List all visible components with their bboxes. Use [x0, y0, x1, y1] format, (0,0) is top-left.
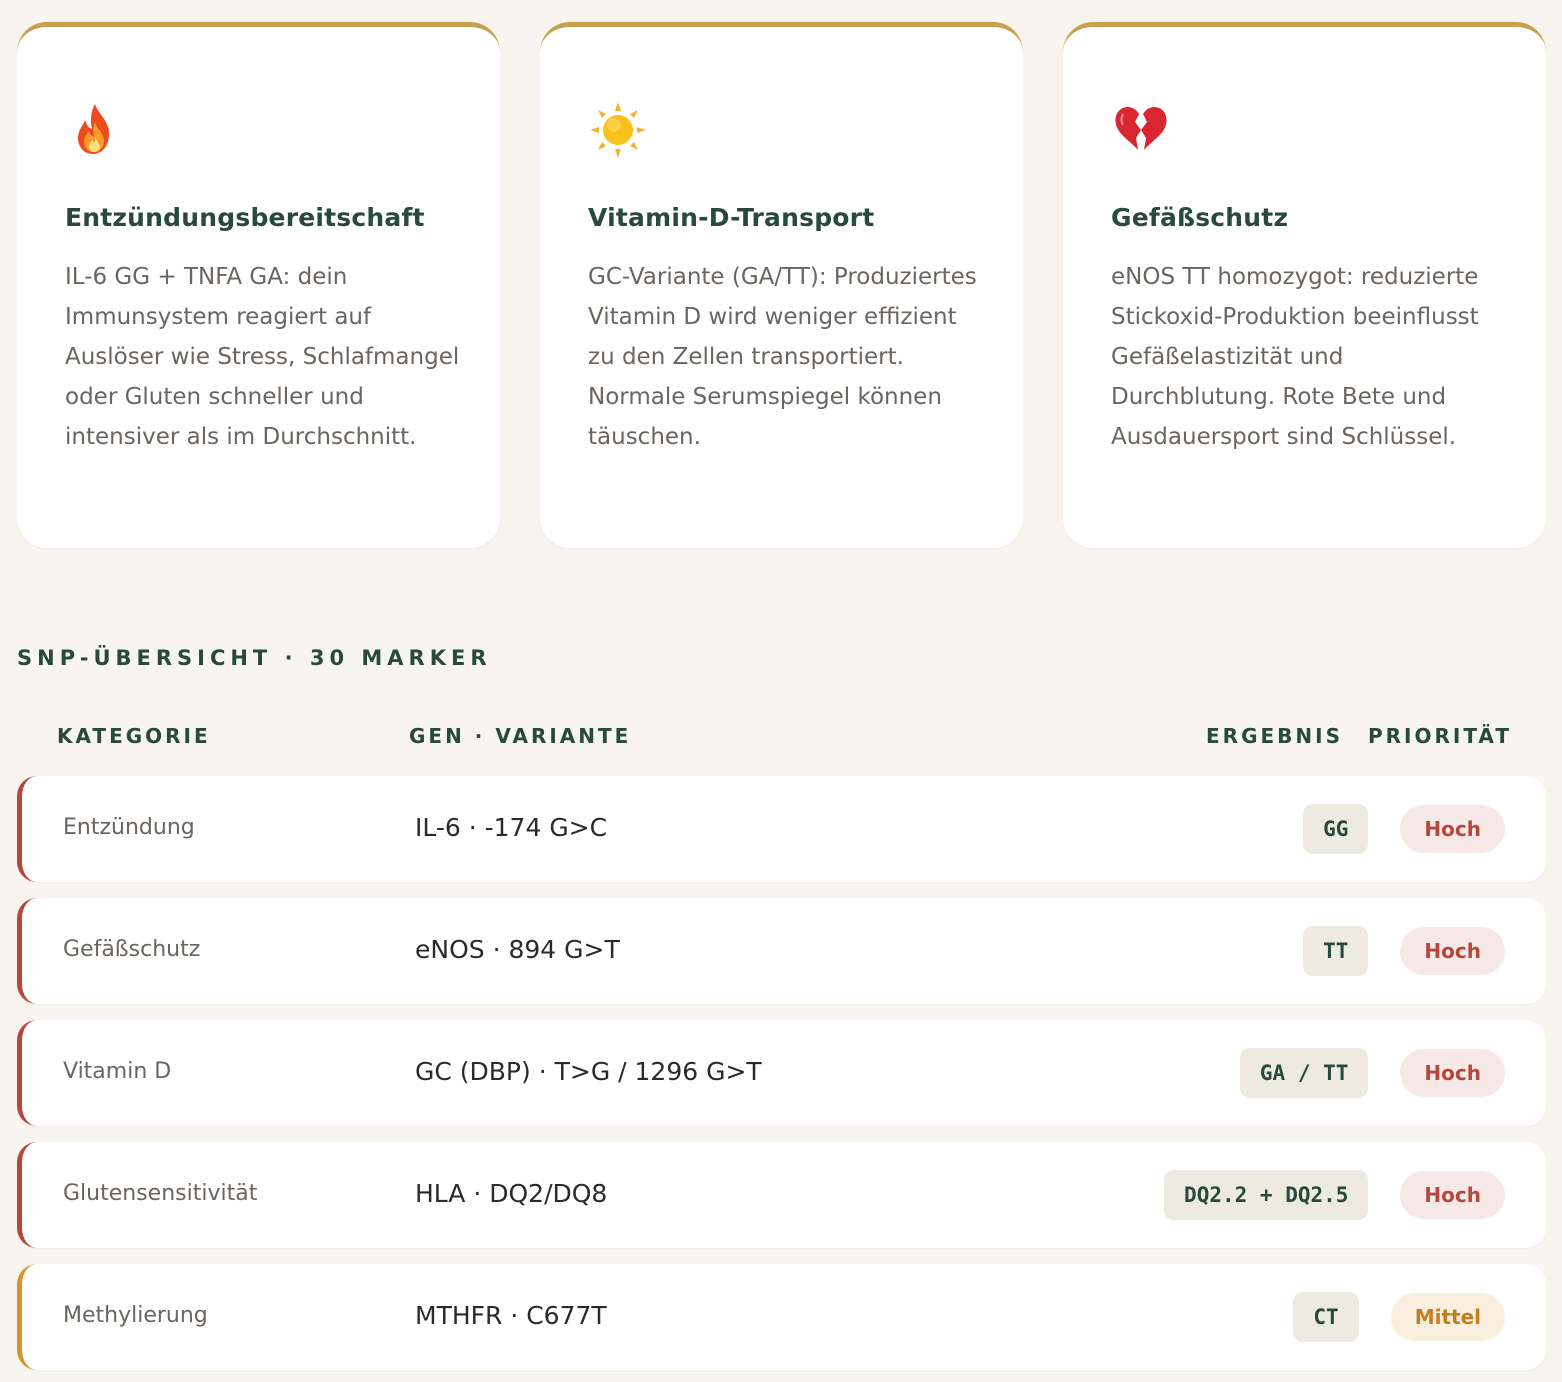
header-category: KATEGORIE — [57, 724, 211, 748]
table-row[interactable]: Vitamin D GC (DBP) · T>G / 1296 G>T GA /… — [17, 1020, 1546, 1126]
card-text: eNOS TT homozygot: reduzierte Stickoxid-… — [1111, 264, 1479, 450]
priority-badge: Hoch — [1400, 1171, 1505, 1219]
priority-badge: Hoch — [1400, 1049, 1505, 1097]
row-category: Glutensensitivität — [63, 1181, 258, 1206]
broken-heart-icon — [1115, 106, 1167, 150]
sun-icon — [590, 102, 646, 158]
insight-card-vascular: Gefäßschutz eNOS TT homozygot: reduziert… — [1063, 22, 1546, 548]
row-category: Vitamin D — [63, 1059, 172, 1084]
insight-card-vitamin-d: Vitamin-D-Transport GC-Variante (GA/TT):… — [540, 22, 1023, 548]
result-chip: CT — [1293, 1292, 1359, 1342]
priority-badge: Mittel — [1390, 1293, 1505, 1341]
header-result: ERGEBNIS — [1206, 724, 1343, 748]
table-row[interactable]: Entzündung IL-6 · -174 G>C GG Hoch — [17, 776, 1546, 882]
header-gene: GEN · VARIANTE — [409, 724, 632, 748]
result-chip: TT — [1303, 926, 1369, 976]
card-title: Entzündungsbereitschaft — [65, 203, 425, 232]
row-gene: MTHFR · C677T — [415, 1301, 607, 1330]
row-gene: GC (DBP) · T>G / 1296 G>T — [415, 1057, 762, 1086]
row-gene: eNOS · 894 G>T — [415, 935, 620, 964]
priority-badge: Hoch — [1400, 927, 1505, 975]
insight-card-inflammation: Entzündungsbereitschaft IL-6 GG + TNFA G… — [17, 22, 500, 548]
result-chip: GG — [1303, 804, 1369, 854]
priority-badge: Hoch — [1400, 805, 1505, 853]
card-text: IL-6 GG + TNFA GA: dein Immunsystem reag… — [65, 264, 460, 450]
row-gene: IL-6 · -174 G>C — [415, 813, 608, 842]
row-category: Methylierung — [63, 1303, 208, 1328]
table-row[interactable]: Gefäßschutz eNOS · 894 G>T TT Hoch — [17, 898, 1546, 1004]
snp-table: Entzündung IL-6 · -174 G>C GG Hoch Gefäß… — [17, 776, 1546, 1382]
row-category: Entzündung — [63, 815, 195, 840]
result-chip: DQ2.2 + DQ2.5 — [1164, 1170, 1369, 1220]
header-priority: PRIORITÄT — [1368, 724, 1513, 748]
snp-report-page: Entzündungsbereitschaft IL-6 GG + TNFA G… — [0, 0, 1562, 1382]
card-title: Gefäßschutz — [1111, 203, 1289, 232]
card-text: GC-Variante (GA/TT): Produziertes Vitami… — [588, 264, 977, 450]
insight-cards: Entzündungsbereitschaft IL-6 GG + TNFA G… — [17, 22, 1546, 548]
table-row[interactable]: Glutensensitivität HLA · DQ2/DQ8 DQ2.2 +… — [17, 1142, 1546, 1248]
table-header: KATEGORIE GEN · VARIANTE ERGEBNIS PRIORI… — [17, 724, 1546, 754]
row-gene: HLA · DQ2/DQ8 — [415, 1179, 608, 1208]
section-title: SNP-ÜBERSICHT · 30 MARKER — [17, 646, 492, 670]
fire-icon — [78, 104, 109, 154]
row-category: Gefäßschutz — [63, 937, 201, 962]
table-row[interactable]: Methylierung MTHFR · C677T CT Mittel — [17, 1264, 1546, 1370]
card-title: Vitamin-D-Transport — [588, 203, 875, 232]
result-chip: GA / TT — [1239, 1048, 1369, 1098]
